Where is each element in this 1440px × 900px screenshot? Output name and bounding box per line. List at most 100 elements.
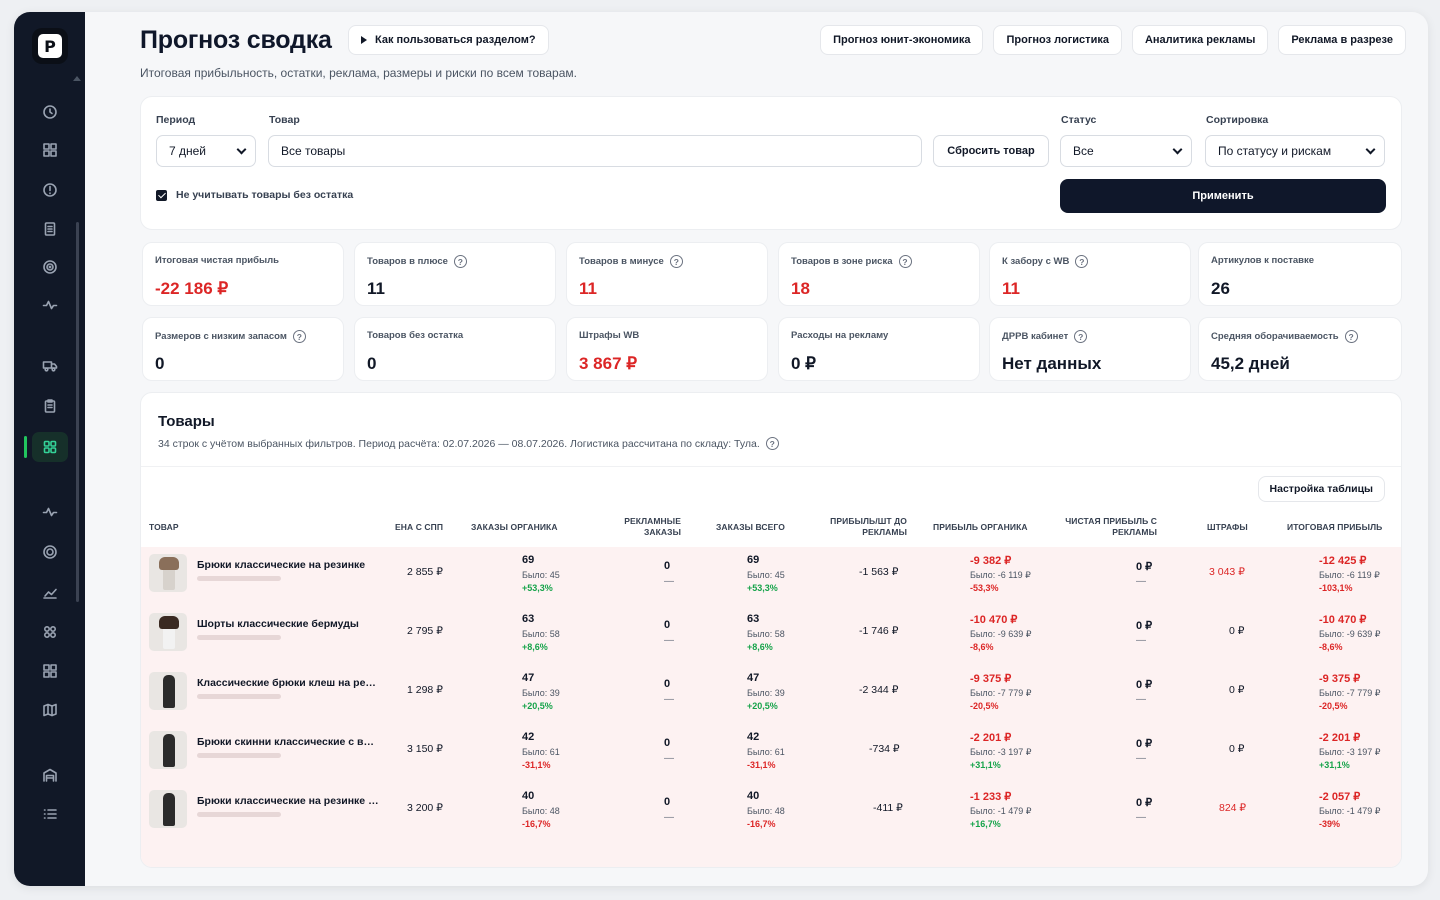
alert-circle-icon[interactable] — [37, 177, 63, 203]
product-sku-blurred — [197, 812, 281, 817]
column-header-net-profit-ads[interactable]: Чистая прибыль с рекламы — [1051, 516, 1157, 538]
sidebar-scrollbar[interactable] — [76, 222, 79, 602]
sort-select[interactable]: По статусу и рискам — [1205, 135, 1385, 167]
document-icon[interactable] — [37, 216, 63, 242]
orders-total-delta: +8,6% — [747, 642, 773, 652]
help-icon[interactable]: ? — [1344, 330, 1358, 343]
exclude-no-stock-checkbox[interactable] — [156, 190, 167, 201]
table-row[interactable]: Брюки классические на резинке 2 855 ₽ 69… — [141, 554, 1401, 613]
page-subtitle: Итоговая прибыльность, остатки, реклама,… — [140, 66, 577, 80]
column-header-fines[interactable]: Штрафы — [1207, 522, 1248, 533]
final-profit-value: -2 201 ₽ — [1319, 732, 1361, 744]
apps-icon[interactable] — [37, 619, 63, 645]
final-profit-delta: -20,5% — [1319, 701, 1348, 711]
product-sku-blurred — [197, 694, 281, 699]
reset-product-button[interactable]: Сбросить товар — [933, 135, 1049, 167]
radar-icon[interactable] — [37, 539, 63, 565]
product-name[interactable]: Брюки скинни классические с в… — [197, 736, 385, 748]
table-settings-button[interactable]: Настройка таблицы — [1257, 476, 1385, 502]
period-value: 7 дней — [169, 144, 207, 158]
ad-orders-sub: — — [664, 753, 674, 764]
period-select[interactable]: 7 дней — [156, 135, 256, 167]
fines-value: 0 ₽ — [1229, 684, 1245, 696]
help-icon[interactable]: ? — [1075, 255, 1089, 268]
help-icon[interactable]: ? — [453, 255, 467, 268]
help-button[interactable]: Как пользоваться разделом? — [348, 25, 549, 55]
orders-organic-delta: +20,5% — [522, 701, 553, 711]
column-header-price[interactable]: Ена с СПП — [395, 522, 443, 533]
product-name[interactable]: Шорты классические бермуды — [197, 618, 385, 630]
kpi-items-risk: Товаров в зоне риска? 18 — [778, 242, 980, 306]
table-row[interactable]: Брюки скинни классические с в… 3 150 ₽ 4… — [141, 731, 1401, 790]
truck-icon[interactable] — [37, 353, 63, 379]
list-icon[interactable] — [37, 801, 63, 827]
activity-icon[interactable] — [37, 499, 63, 525]
orders-total-delta: -16,7% — [747, 819, 776, 829]
clock-icon[interactable] — [37, 99, 63, 125]
map-icon[interactable] — [37, 697, 63, 723]
trend-icon[interactable] — [37, 580, 63, 606]
chevron-down-icon — [1172, 144, 1183, 155]
app-logo[interactable]: P — [32, 28, 68, 64]
clipboard-icon[interactable] — [37, 393, 63, 419]
tab-unit-economics[interactable]: Прогноз юнит-экономика — [820, 25, 984, 55]
net-profit-ads-sub: — — [1136, 635, 1146, 646]
kpi-label: К забору с WB — [1002, 256, 1070, 267]
chevron-down-icon — [1365, 144, 1376, 155]
ad-orders-value: 0 — [664, 737, 671, 749]
column-header-profit-organic[interactable]: Прибыль органика — [933, 522, 1028, 533]
final-profit-value: -2 057 ₽ — [1319, 791, 1361, 803]
status-select[interactable]: Все — [1060, 135, 1192, 167]
kpi-value: 0 — [367, 354, 377, 373]
help-icon[interactable]: ? — [765, 437, 779, 450]
orders-organic-was: Было: 48 — [522, 806, 560, 816]
profit-organic-was: Было: -1 479 ₽ — [970, 806, 1032, 816]
tab-ads-analytics[interactable]: Аналитика рекламы — [1131, 25, 1269, 55]
net-profit-ads-sub: — — [1136, 576, 1146, 587]
kpi-items-negative: Товаров в минусе? 11 — [566, 242, 768, 306]
help-icon[interactable]: ? — [898, 255, 912, 268]
tab-logistics[interactable]: Прогноз логистика — [993, 25, 1122, 55]
kpi-label: Артикулов к поставке — [1211, 255, 1315, 266]
layout-icon[interactable] — [37, 658, 63, 684]
column-header-product[interactable]: Товар — [149, 522, 179, 533]
net-profit-ads-sub: — — [1136, 812, 1146, 823]
kpi-value: 45,2 дней — [1211, 354, 1290, 373]
column-header-profit-per-unit[interactable]: Прибыль/шт до рекламы — [813, 516, 907, 538]
grid-icon[interactable] — [37, 137, 63, 163]
column-header-final-profit[interactable]: Итоговая прибыль — [1287, 522, 1382, 533]
kpi-low-stock-sizes: Размеров с низким запасом? 0 — [142, 317, 344, 381]
profit-organic-delta: +16,7% — [970, 819, 1001, 829]
table-row[interactable]: Шорты классические бермуды 2 795 ₽ 63 Бы… — [141, 613, 1401, 672]
kpi-label: ДРРВ кабинет — [1002, 331, 1069, 342]
product-name[interactable]: Брюки классические на резинке … — [197, 795, 385, 807]
exclude-no-stock-label[interactable]: Не учитывать товары без остатка — [176, 189, 353, 201]
column-header-ad-orders[interactable]: Рекламные заказы — [609, 516, 681, 538]
table-row[interactable]: Брюки классические на резинке … 3 200 ₽ … — [141, 790, 1401, 849]
help-icon[interactable]: ? — [292, 330, 306, 343]
ad-orders-value: 0 — [664, 619, 671, 631]
kpi-avg-turnover: Средняя оборачиваемость? 45,2 дней — [1198, 317, 1402, 381]
help-icon[interactable]: ? — [1074, 330, 1088, 343]
dashboard-icon[interactable] — [32, 432, 68, 462]
product-name[interactable]: Классические брюки клеш на ре… — [197, 677, 385, 689]
profit-per-unit: -1 563 ₽ — [859, 566, 899, 578]
product-input[interactable]: Все товары — [268, 135, 922, 167]
pulse-icon[interactable] — [37, 292, 63, 318]
warehouse-icon[interactable] — [37, 762, 63, 788]
final-profit-was: Было: -1 479 ₽ — [1319, 806, 1381, 816]
table-row[interactable]: Классические брюки клеш на ре… 1 298 ₽ 4… — [141, 672, 1401, 731]
help-icon[interactable]: ? — [669, 255, 683, 268]
product-name[interactable]: Брюки классические на резинке — [197, 559, 385, 571]
scroll-up-arrow[interactable] — [73, 76, 81, 81]
column-header-orders-organic[interactable]: Заказы органика — [471, 522, 558, 533]
tab-ads-breakdown[interactable]: Реклама в разрезе — [1278, 25, 1406, 55]
kpi-no-stock-items: Товаров без остатка 0 — [354, 317, 556, 381]
target-icon[interactable] — [37, 254, 63, 280]
apply-button[interactable]: Применить — [1060, 179, 1386, 213]
profit-organic-was: Было: -7 779 ₽ — [970, 688, 1032, 698]
kpi-label: Товаров в зоне риска — [791, 256, 893, 267]
column-header-orders-total[interactable]: Заказы всего — [716, 522, 785, 533]
sidebar: P — [14, 12, 85, 886]
orders-organic-delta: +8,6% — [522, 642, 548, 652]
